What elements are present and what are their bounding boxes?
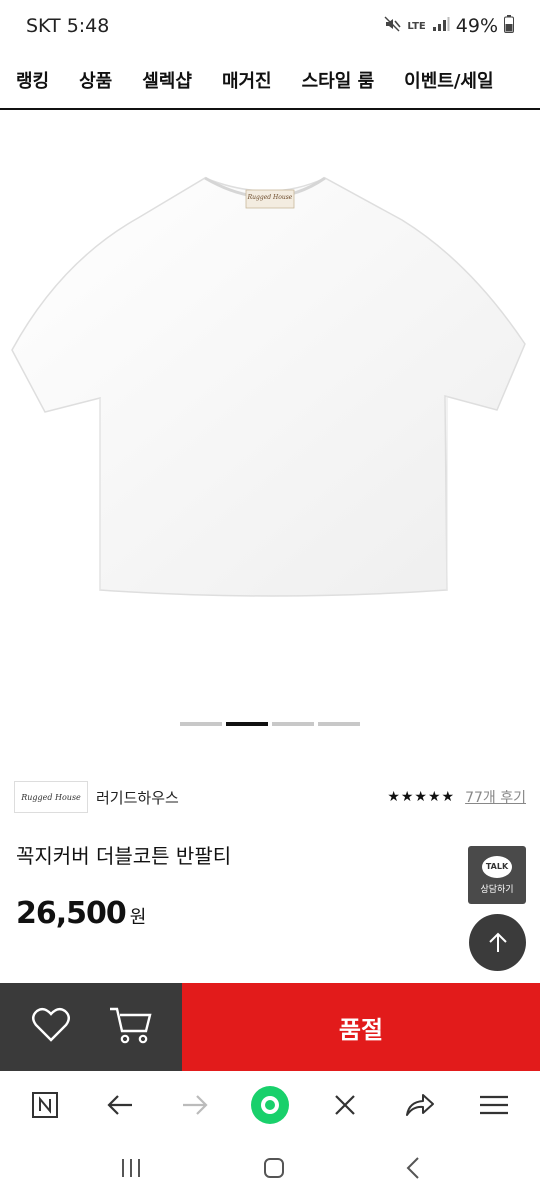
price-unit: 원 [129, 907, 147, 928]
menu-button[interactable] [474, 1085, 514, 1125]
share-button[interactable] [400, 1085, 440, 1125]
lte-icon: LTE [407, 20, 426, 32]
brand-logo[interactable]: Rugged House [14, 781, 88, 813]
mute-icon [383, 15, 402, 37]
green-dot-button[interactable] [250, 1085, 290, 1125]
purchase-bar-actions [0, 983, 182, 1071]
product-price: 26,500 원 [16, 896, 146, 931]
back-button[interactable] [100, 1085, 140, 1125]
share-icon [405, 1094, 434, 1116]
status-icons: LTE 49% [383, 15, 514, 37]
home-icon [263, 1157, 284, 1178]
status-bar: SKT 5:48 LTE 49% [0, 0, 540, 52]
cart-button[interactable] [108, 1005, 152, 1049]
nav-item-select-shop[interactable]: 셀렉샵 [142, 67, 192, 93]
status-carrier-time: SKT 5:48 [26, 15, 110, 37]
kakao-talk-consult-button[interactable]: TALK 상담하기 [468, 846, 526, 904]
purchase-bar: 품절 [0, 983, 540, 1071]
brand-row: Rugged House 러기드하우스 ★★★★★ 77개 후기 [14, 780, 526, 814]
nav-item-event-sale[interactable]: 이벤트/세일 [404, 67, 493, 93]
category-nav: 랭킹 상품 셀렉샵 매거진 스타일 룸 이벤트/세일 [0, 52, 540, 110]
sold-out-label: 품절 [338, 1015, 384, 1044]
talk-consult-label: 상담하기 [480, 884, 514, 895]
signal-icon [432, 16, 450, 36]
star-rating: ★★★★★ [387, 789, 456, 805]
nav-item-style-room[interactable]: 스타일 룸 [302, 67, 375, 93]
arrow-up-icon [488, 932, 507, 952]
chevron-left-icon [406, 1156, 419, 1179]
carousel-indicator [180, 722, 360, 726]
close-button[interactable] [325, 1085, 365, 1125]
forward-button[interactable] [175, 1085, 215, 1125]
review-link[interactable]: 77개 후기 [465, 787, 526, 807]
browser-toolbar [0, 1071, 540, 1139]
scroll-top-button[interactable] [469, 914, 526, 971]
android-nav-bar [0, 1139, 540, 1200]
nav-item-magazine[interactable]: 매거진 [222, 67, 272, 93]
home-button[interactable] [262, 1156, 286, 1184]
naver-home-button[interactable] [25, 1085, 65, 1125]
neck-label-text: Rugged House [247, 194, 293, 201]
sold-out-button[interactable]: 품절 [182, 983, 540, 1071]
hamburger-icon [480, 1095, 509, 1115]
arrow-right-icon [183, 1095, 208, 1115]
cart-icon [109, 1007, 152, 1044]
battery-percent: 49% [455, 15, 498, 37]
arrow-left-icon [107, 1095, 133, 1115]
brand-name[interactable]: 러기드하우스 [96, 787, 179, 808]
nav-item-products[interactable]: 상품 [79, 67, 112, 93]
product-title: 꼭지커버 더블코튼 반팔티 [16, 844, 232, 868]
carousel-dot[interactable] [272, 722, 314, 726]
carousel-dot[interactable] [180, 722, 222, 726]
heart-icon [31, 1007, 70, 1042]
recent-apps-button[interactable] [119, 1157, 143, 1183]
naver-n-icon [32, 1092, 59, 1118]
nav-item-ranking[interactable]: 랭킹 [16, 67, 49, 93]
carousel-dot[interactable] [318, 722, 360, 726]
talk-bubble-icon: TALK [482, 855, 512, 878]
close-icon [335, 1095, 355, 1115]
green-dot-icon [250, 1086, 289, 1124]
recent-apps-icon [122, 1158, 141, 1177]
product-image[interactable]: Rugged House [0, 112, 540, 702]
wishlist-button[interactable] [31, 1007, 71, 1047]
system-back-button[interactable] [405, 1156, 421, 1184]
brand-logo-text: Rugged House [21, 792, 81, 802]
carousel-dot-active[interactable] [226, 722, 268, 726]
price-amount: 26,500 [16, 896, 127, 931]
battery-icon [504, 15, 514, 37]
